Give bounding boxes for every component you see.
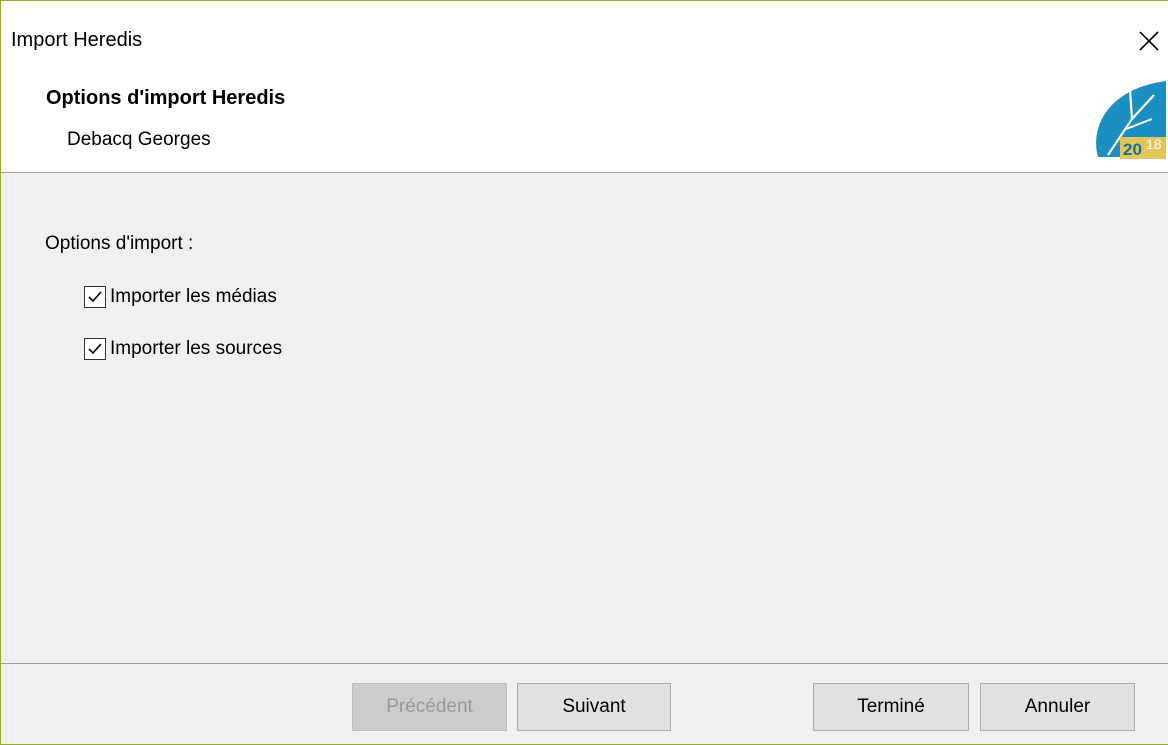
- import-media-label: Importer les médias: [110, 286, 277, 307]
- next-button[interactable]: Suivant: [517, 683, 671, 731]
- checkbox-checked-icon[interactable]: [84, 338, 106, 360]
- footer-separator: [1, 663, 1168, 664]
- dialog-header: Import Heredis Options d'import Heredis …: [1, 1, 1168, 173]
- logo-year-left: 20: [1123, 140, 1142, 159]
- step-title: Options d'import Heredis: [46, 87, 286, 109]
- import-sources-label: Importer les sources: [110, 338, 283, 359]
- import-sources-checkbox[interactable]: Importer les sources: [84, 338, 282, 360]
- import-dialog: Import Heredis Options d'import Heredis …: [0, 0, 1168, 745]
- previous-button[interactable]: Précédent: [352, 683, 507, 731]
- finish-button[interactable]: Terminé: [813, 683, 969, 731]
- window-title: Import Heredis: [11, 29, 143, 51]
- options-label: Options d'import :: [45, 233, 194, 254]
- checkbox-checked-icon[interactable]: [84, 286, 106, 308]
- cancel-button[interactable]: Annuler: [980, 683, 1135, 731]
- options-panel: Options d'import : Importer les médias I…: [1, 173, 1168, 663]
- logo-year-right: 18: [1146, 136, 1162, 152]
- close-icon: [1139, 31, 1159, 51]
- import-media-checkbox[interactable]: Importer les médias: [84, 286, 277, 308]
- step-subtitle: Debacq Georges: [67, 129, 211, 150]
- heredis-leaf-logo-icon: 20 18: [1096, 81, 1166, 159]
- close-button[interactable]: [1130, 21, 1168, 61]
